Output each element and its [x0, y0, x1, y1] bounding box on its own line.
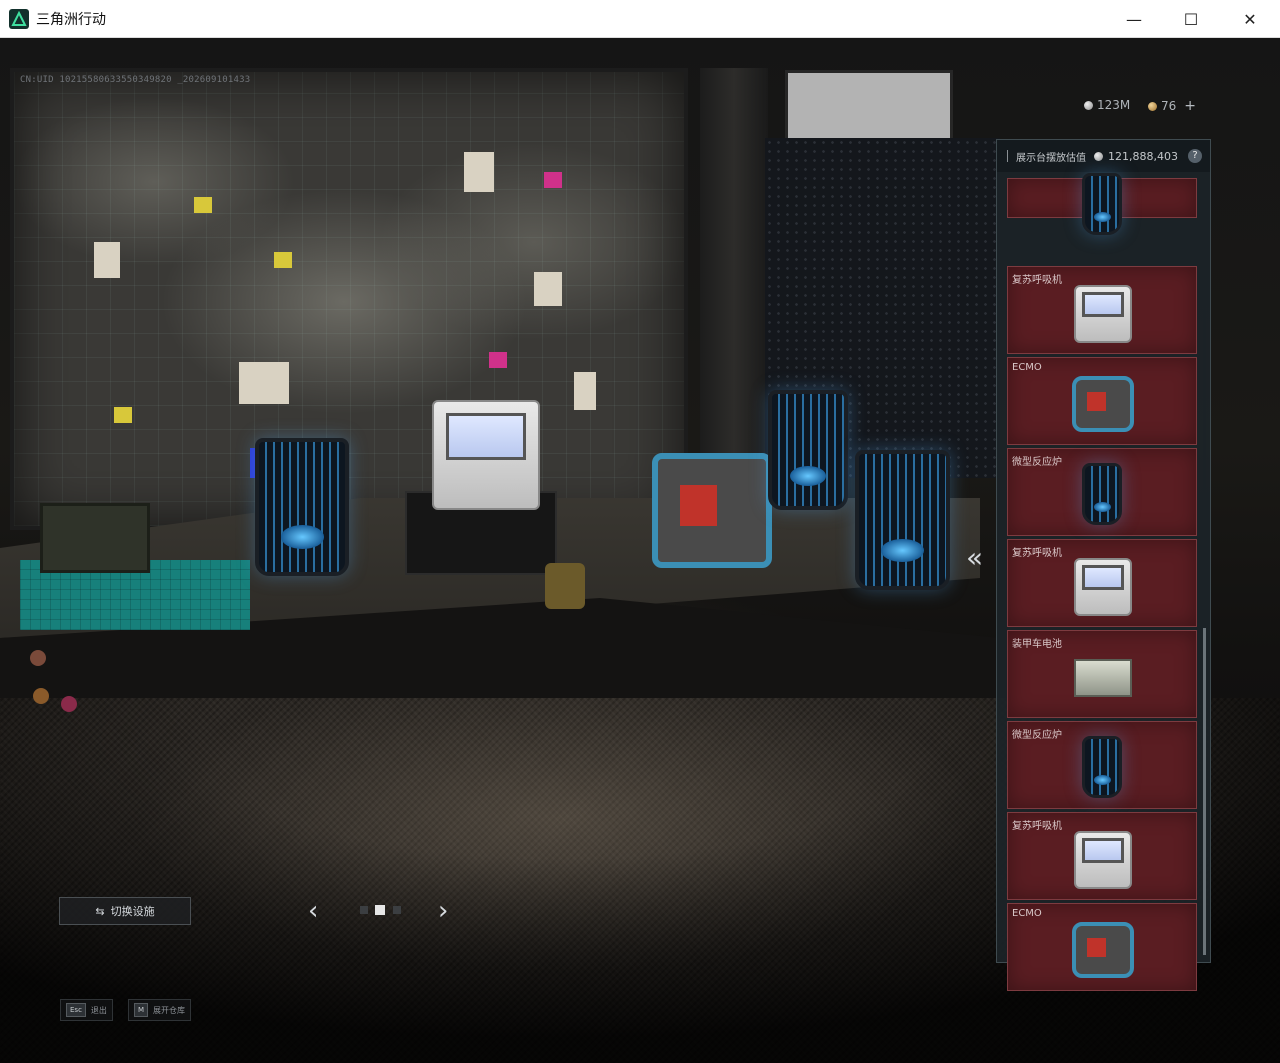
next-page-button[interactable]: ›: [438, 896, 448, 926]
wall-badge-icon: [30, 650, 46, 666]
display-slot[interactable]: [1007, 173, 1197, 235]
display-panel: 展示台摆放估值 121,888,403 ? 复苏呼吸机 ECMO 微型反应炉 复苏呼吸…: [996, 139, 1211, 991]
panel-title: 展示台摆放估值: [1016, 152, 1086, 164]
reactor-icon: [1070, 736, 1134, 802]
food-icon: [33, 688, 49, 704]
gold-amount: 76: [1161, 99, 1177, 113]
uid-label: CN:UID 10215580633550349820 _20260910143…: [20, 75, 251, 85]
header-divider: [1007, 150, 1008, 162]
app-logo-icon: [9, 8, 29, 29]
display-slot[interactable]: ECMO: [1007, 903, 1197, 991]
page-dot[interactable]: [393, 906, 401, 914]
minimize-button[interactable]: —: [1111, 0, 1157, 38]
scrollbar-thumb[interactable]: [1203, 628, 1206, 955]
pinned-note: [574, 372, 596, 410]
switch-facility-button[interactable]: ⇆ 切换设施: [59, 897, 191, 925]
slot-label: 复苏呼吸机: [1012, 821, 1062, 832]
add-currency-button[interactable]: +: [1184, 98, 1196, 114]
pinned-note: [274, 252, 292, 268]
silver-amount: 123M: [1097, 98, 1131, 112]
slot-label: 复苏呼吸机: [1012, 275, 1062, 286]
window-title: 三角洲行动: [36, 11, 106, 28]
expand-panel-icon[interactable]: «: [966, 541, 983, 574]
window-titlebar: 三角洲行动 — ☐ ✕: [0, 0, 1280, 38]
exit-hint[interactable]: Esc 退出: [60, 999, 113, 1021]
gold-coin-icon: [1148, 101, 1157, 111]
pinned-note: [489, 352, 507, 368]
micro-reactor-item[interactable]: [855, 450, 950, 590]
panel-value: 121,888,403: [1108, 149, 1178, 163]
display-slot[interactable]: 装甲车电池: [1007, 630, 1197, 718]
prev-page-button[interactable]: ‹: [308, 896, 318, 926]
display-slot[interactable]: 复苏呼吸机: [1007, 266, 1197, 354]
slot-label: 微型反应炉: [1012, 457, 1062, 468]
pinned-note: [94, 242, 120, 278]
gift-icon: [61, 696, 77, 712]
close-button[interactable]: ✕: [1227, 0, 1273, 38]
pinned-note: [114, 407, 132, 423]
currency-gold[interactable]: 76 +: [1148, 98, 1196, 114]
close-icon: ✕: [1243, 9, 1257, 29]
ventilator-item[interactable]: [432, 400, 540, 510]
pinned-note: [464, 152, 494, 192]
warehouse-hint[interactable]: M 展开仓库: [128, 999, 192, 1021]
map-board: [10, 68, 688, 530]
display-slot[interactable]: 微型反应炉: [1007, 448, 1197, 536]
warehouse-label: 展开仓库: [153, 1005, 186, 1015]
pinned-note: [544, 172, 562, 188]
slot-label: 复苏呼吸机: [1012, 548, 1062, 559]
esc-key: Esc: [66, 1003, 86, 1017]
ecmo-item[interactable]: [652, 453, 772, 568]
micro-reactor-item[interactable]: [255, 438, 349, 576]
exit-label: 退出: [90, 1005, 107, 1015]
reactor-icon: [1070, 173, 1134, 235]
slot-label: 装甲车电池: [1012, 639, 1062, 650]
ammo-crate-item[interactable]: [40, 503, 150, 573]
silver-coin-icon: [1084, 100, 1093, 110]
minimize-icon: —: [1126, 9, 1142, 29]
switch-facility-label: 切换设施: [110, 905, 155, 918]
display-slot[interactable]: 复苏呼吸机: [1007, 539, 1197, 627]
pinned-note: [239, 362, 289, 404]
panel-header: 展示台摆放估值 121,888,403 ?: [997, 140, 1210, 172]
value-coin-icon: [1094, 151, 1103, 161]
ecmo-icon: [1070, 918, 1134, 984]
pinned-note: [194, 197, 212, 213]
page-dot[interactable]: [360, 906, 368, 914]
ventilator-icon: [1070, 554, 1134, 620]
slot-label: ECMO: [1012, 362, 1042, 373]
ventilator-icon: [1070, 281, 1134, 347]
figurine-item[interactable]: [545, 563, 585, 609]
ventilator-icon: [1070, 827, 1134, 893]
swap-icon: ⇆: [95, 904, 105, 918]
display-slot[interactable]: ECMO: [1007, 357, 1197, 445]
display-slot[interactable]: 复苏呼吸机: [1007, 812, 1197, 900]
slot-label: 微型反应炉: [1012, 730, 1062, 741]
help-icon[interactable]: ?: [1188, 149, 1202, 163]
ecmo-icon: [1070, 372, 1134, 438]
ventilator-screen: [446, 412, 526, 461]
maximize-button[interactable]: ☐: [1168, 0, 1214, 38]
pillar: [700, 68, 768, 488]
micro-reactor-item[interactable]: [768, 390, 848, 510]
m-key: M: [134, 1003, 149, 1017]
page-dot-active[interactable]: [375, 905, 385, 915]
pinned-note: [534, 272, 562, 306]
currency-silver[interactable]: 123M: [1084, 98, 1130, 112]
battery-icon: [1070, 645, 1134, 711]
maximize-icon: ☐: [1183, 9, 1199, 29]
display-slot[interactable]: 微型反应炉: [1007, 721, 1197, 809]
reactor-icon: [1070, 463, 1134, 529]
slot-label: ECMO: [1012, 908, 1042, 919]
